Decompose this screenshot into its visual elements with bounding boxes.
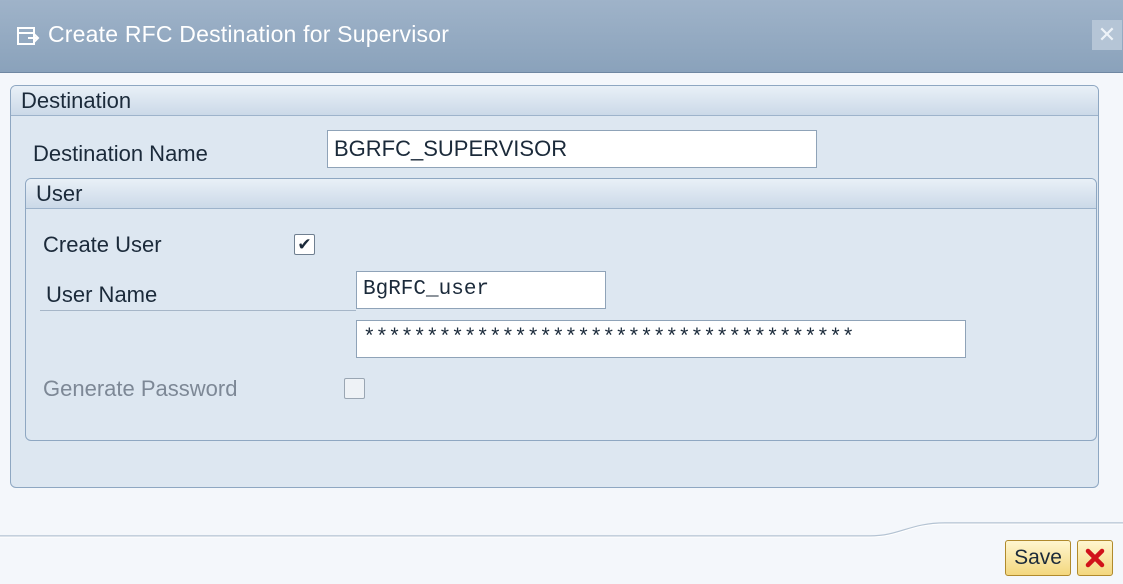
checkmark-icon: ✔ <box>297 235 312 254</box>
password-value: *************************************** <box>363 327 855 350</box>
save-button[interactable]: Save <box>1005 540 1071 576</box>
user-group-title: User <box>36 181 83 206</box>
user-name-divider <box>40 310 356 311</box>
title-bar: Create RFC Destination for Supervisor ✕ <box>0 0 1123 73</box>
cancel-x-icon <box>1085 548 1105 568</box>
user-group: User Create User ✔ User Name BgRFC_user … <box>25 178 1097 441</box>
destination-name-field[interactable]: BGRFC_SUPERVISOR <box>327 130 817 168</box>
close-button[interactable]: ✕ <box>1092 20 1122 50</box>
close-icon: ✕ <box>1097 22 1117 47</box>
user-group-header: User <box>26 179 1096 209</box>
create-user-label: Create User <box>43 232 162 257</box>
footer-divider <box>0 522 1123 538</box>
destination-group-header: Destination <box>11 86 1098 116</box>
destination-group: Destination Destination Name BGRFC_SUPER… <box>10 85 1099 488</box>
generate-password-label: Generate Password <box>43 376 238 401</box>
user-name-field[interactable]: BgRFC_user <box>356 271 606 309</box>
dialog-window-icon <box>17 27 40 45</box>
save-label: Save <box>1014 546 1062 569</box>
user-name-label: User Name <box>46 282 158 307</box>
password-field[interactable]: *************************************** <box>356 320 966 358</box>
generate-password-checkbox[interactable] <box>344 378 365 399</box>
user-name-value: BgRFC_user <box>363 278 490 301</box>
create-user-checkbox[interactable]: ✔ <box>294 234 315 255</box>
destination-name-value: BGRFC_SUPERVISOR <box>334 136 568 161</box>
destination-group-title: Destination <box>21 88 132 113</box>
window-title: Create RFC Destination for Supervisor <box>48 21 450 47</box>
destination-name-label: Destination Name <box>33 141 208 166</box>
cancel-button[interactable] <box>1077 540 1113 576</box>
